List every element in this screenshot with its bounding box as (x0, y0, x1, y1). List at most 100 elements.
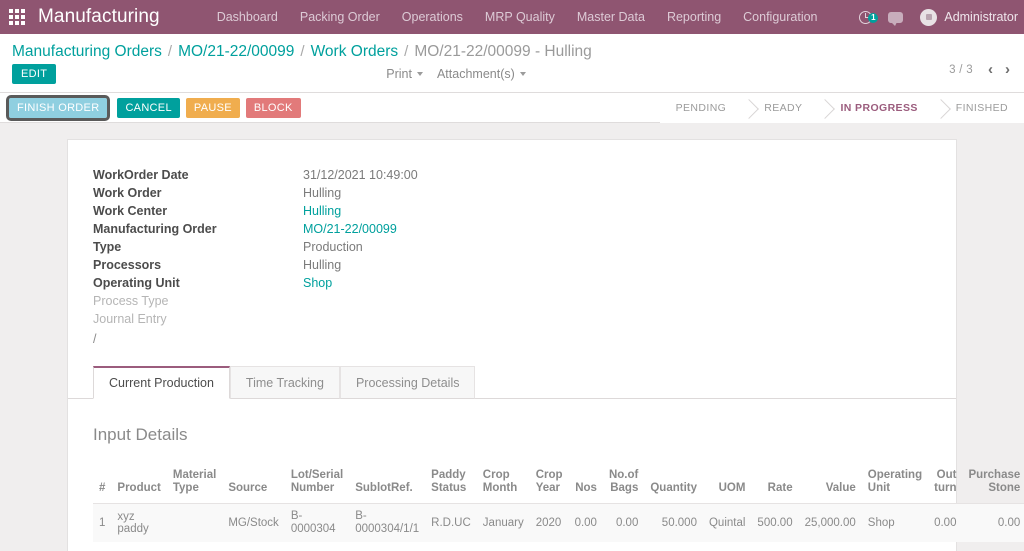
col-value: Value (798, 467, 862, 504)
pager-next-icon[interactable]: › (999, 62, 1016, 77)
field-row-work-center: Work Center Hulling (93, 204, 956, 222)
system-tray: 1 Administrator (852, 0, 1024, 34)
cell-sublot-ref: B-0000304/1/1 (349, 503, 426, 542)
breadcrumb-item-work-orders[interactable]: Work Orders (311, 43, 399, 61)
menu-item-configuration[interactable]: Configuration (732, 0, 828, 34)
actions-row: EDIT Print Attachment(s) 3 / 3 ‹ › (0, 62, 1024, 92)
menu-item-reporting[interactable]: Reporting (656, 0, 732, 34)
apps-grid-icon[interactable] (0, 0, 34, 34)
col-material-type: Material Type (166, 467, 223, 504)
field-value-type: Production (303, 240, 363, 254)
field-label: Process Type (93, 294, 169, 308)
field-label: Work Order (93, 186, 162, 200)
field-label: Manufacturing Order (93, 222, 217, 236)
cell-crop-month: January (476, 503, 530, 542)
input-details-section: Input Details # Product Material Type So… (68, 399, 1024, 542)
field-row-process-type: Process Type (93, 294, 956, 312)
table-header: # Product Material Type Source Lot/Seria… (93, 467, 1024, 504)
user-menu[interactable]: Administrator (912, 8, 1024, 26)
app-brand-title[interactable]: Manufacturing (34, 6, 164, 28)
pause-button[interactable]: PAUSE (185, 97, 240, 118)
field-value-operating-unit[interactable]: Shop (303, 276, 332, 290)
menu-item-master-data[interactable]: Master Data (566, 0, 656, 34)
main-menu: Dashboard Packing Order Operations MRP Q… (206, 0, 829, 34)
tab-current-production[interactable]: Current Production (93, 366, 230, 399)
breadcrumb-current: MO/21-22/00099 - Hulling (414, 43, 592, 60)
cell-nos: 0.00 (568, 503, 603, 542)
field-label: Type (93, 240, 122, 254)
print-label: Print (386, 66, 412, 81)
field-value-manufacturing-order[interactable]: MO/21-22/00099 (303, 222, 397, 236)
chevron-down-icon (416, 71, 423, 76)
breadcrumb-separator: / (300, 43, 305, 60)
timer-icon[interactable]: 1 (852, 10, 879, 24)
tab-processing-details[interactable]: Processing Details (339, 366, 476, 399)
breadcrumb-separator: / (404, 43, 409, 60)
breadcrumb-item-mo[interactable]: MO/21-22/00099 (178, 43, 294, 61)
field-value-work-center[interactable]: Hulling (303, 204, 341, 218)
breadcrumb: Manufacturing Orders / MO/21-22/00099 / … (12, 43, 592, 61)
cell-value: 25,000.00 (798, 503, 862, 542)
sheet-wrapper: WorkOrder Date 31/12/2021 10:49:00 Work … (0, 139, 1024, 551)
field-row-processors: Processors Hulling (93, 258, 956, 276)
status-stage-pending[interactable]: PENDING (659, 93, 743, 123)
col-sublot-ref: SublotRef. (349, 467, 426, 504)
attachments-dropdown[interactable]: Attachment(s) (437, 67, 526, 81)
field-label: Work Center (93, 204, 168, 218)
col-index: # (93, 467, 112, 504)
form-sheet: WorkOrder Date 31/12/2021 10:49:00 Work … (67, 139, 1024, 551)
cell-product: xyz paddy (111, 503, 167, 542)
status-stage-finished[interactable]: FINISHED (933, 93, 1024, 123)
field-row-manufacturing-order: Manufacturing Order MO/21-22/00099 (93, 222, 956, 240)
col-uom: UOM (702, 467, 752, 504)
chevron-down-icon (519, 71, 526, 76)
col-product: Product (111, 467, 167, 504)
form-fields-group: WorkOrder Date 31/12/2021 10:49:00 Work … (68, 168, 956, 330)
chat-bubble-icon[interactable] (879, 11, 912, 26)
cell-quantity: 50.000 (644, 503, 703, 542)
status-stage-in-progress[interactable]: IN PROGRESS (818, 93, 934, 123)
timer-badge-count: 1 (868, 12, 879, 23)
pager-previous-icon[interactable]: ‹ (982, 62, 999, 77)
col-quantity: Quantity (644, 467, 703, 504)
attachments-label: Attachment(s) (436, 66, 515, 81)
field-row-type: Type Production (93, 240, 956, 258)
field-label: Processors (93, 258, 162, 272)
breadcrumb-row: Manufacturing Orders / MO/21-22/00099 / … (0, 34, 1024, 63)
action-dropdowns: Print Attachment(s) (386, 67, 540, 81)
table-header-row: # Product Material Type Source Lot/Seria… (93, 467, 1024, 504)
status-stage-ready[interactable]: READY (742, 93, 819, 123)
field-value-processors: Hulling (303, 258, 342, 272)
pager: 3 / 3 ‹ › (949, 62, 1016, 77)
field-value-workorder-date: 31/12/2021 10:49:00 (303, 168, 418, 182)
table-row[interactable]: 1 xyz paddy MG/Stock B-0000304 B-0000304… (93, 503, 1024, 542)
tab-time-tracking[interactable]: Time Tracking (229, 366, 340, 399)
workorder-button-bar: FINISH ORDER CANCEL PAUSE BLOCK PENDING … (0, 93, 1024, 123)
col-crop-year: Crop Year (529, 467, 569, 504)
col-out-turn: Out turn (928, 467, 963, 504)
edit-button[interactable]: EDIT (12, 63, 57, 84)
cell-purchase-stone: 0.00 (962, 503, 1024, 542)
input-details-title: Input Details (93, 425, 188, 444)
col-rate: Rate (751, 467, 799, 504)
table-body: 1 xyz paddy MG/Stock B-0000304 B-0000304… (93, 503, 1024, 542)
menu-item-operations[interactable]: Operations (391, 0, 474, 34)
col-operating-unit: Operating Unit (861, 467, 929, 504)
cell-no-of-bags: 0.00 (602, 503, 645, 542)
print-dropdown[interactable]: Print (386, 67, 423, 81)
menu-item-dashboard[interactable]: Dashboard (206, 0, 289, 34)
finish-order-button[interactable]: FINISH ORDER (5, 94, 111, 121)
control-panel: Manufacturing Orders / MO/21-22/00099 / … (0, 34, 1024, 93)
cell-crop-year: 2020 (529, 503, 569, 542)
breadcrumb-item-manufacturing-orders[interactable]: Manufacturing Orders (12, 43, 162, 61)
col-lot-serial: Lot/Serial Number (284, 467, 350, 504)
cell-rate: 500.00 (751, 503, 799, 542)
top-navbar: Manufacturing Dashboard Packing Order Op… (0, 0, 1024, 34)
cancel-button[interactable]: CANCEL (117, 97, 180, 118)
menu-item-mrp-quality[interactable]: MRP Quality (474, 0, 566, 34)
field-label: Operating Unit (93, 276, 180, 290)
menu-item-packing-order[interactable]: Packing Order (289, 0, 391, 34)
block-button[interactable]: BLOCK (245, 97, 301, 118)
col-crop-month: Crop Month (476, 467, 530, 504)
form-trailing-text: / (93, 332, 97, 346)
